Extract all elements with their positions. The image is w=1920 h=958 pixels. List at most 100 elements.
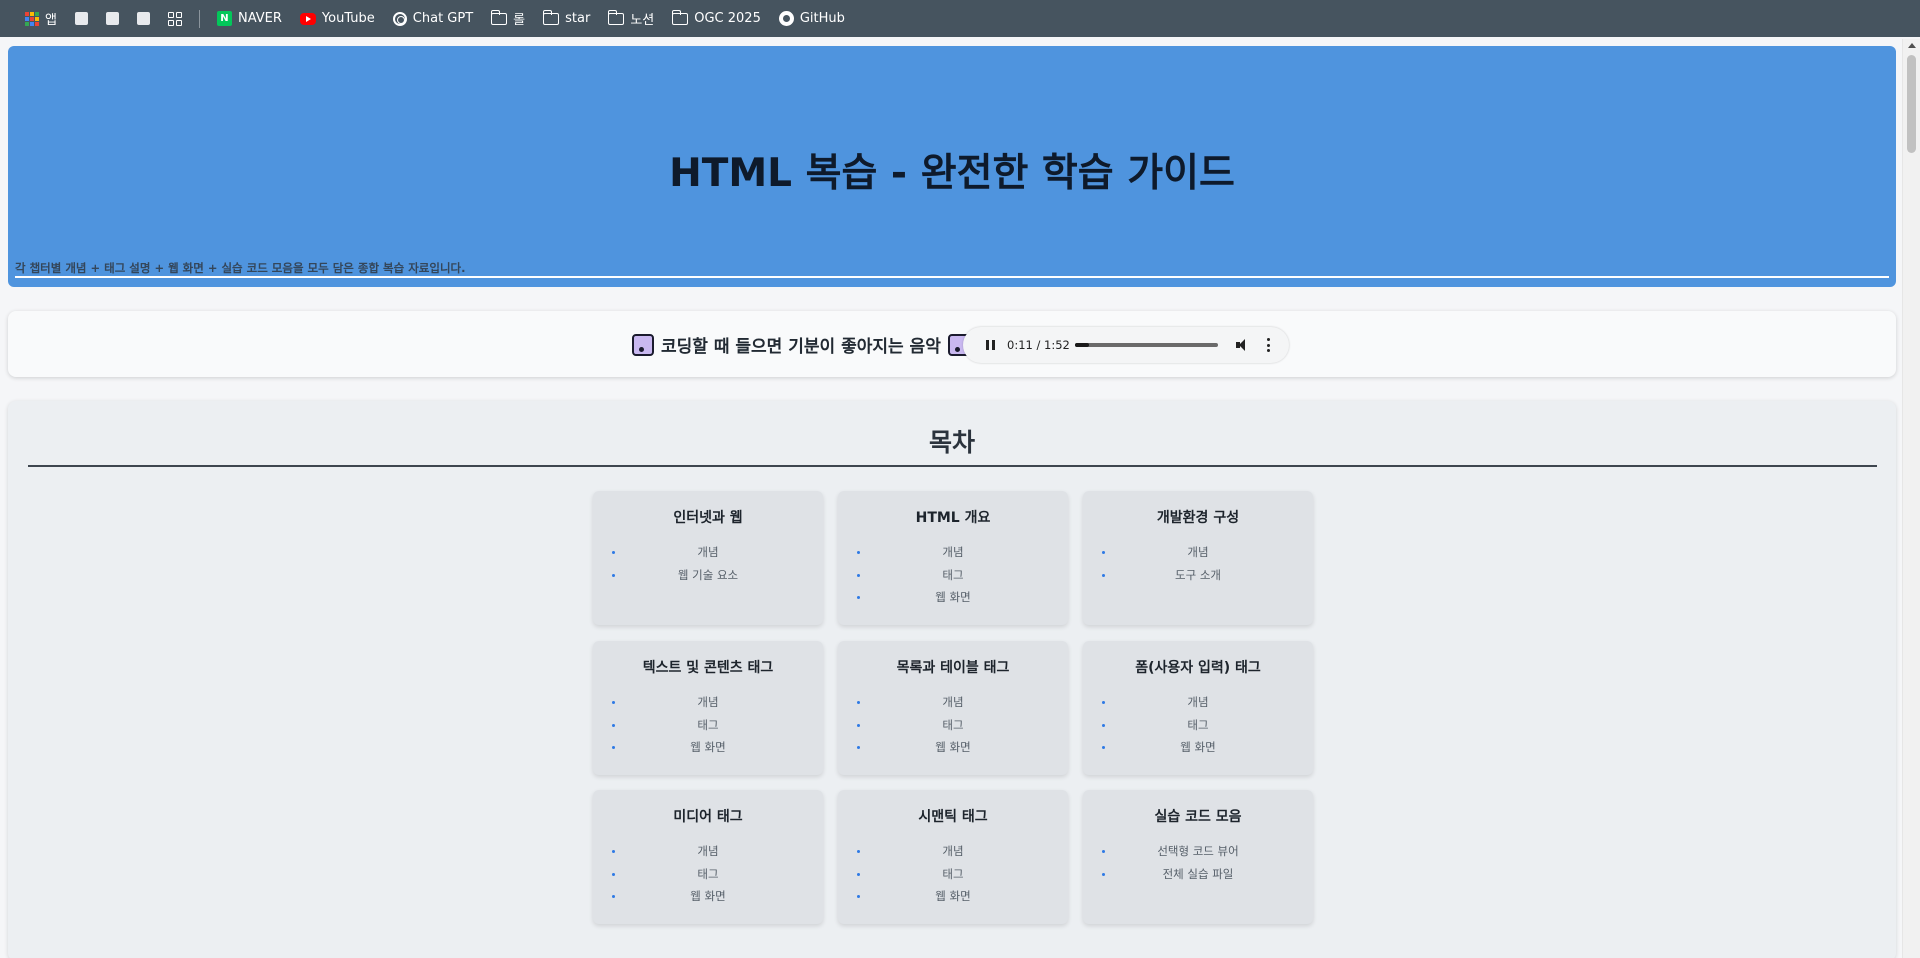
bookmark-blank-3[interactable] xyxy=(130,6,157,32)
toc-card-link[interactable]: 웹 화면 xyxy=(838,586,1068,609)
chatgpt-icon xyxy=(392,11,407,26)
toc-card-title: 실습 코드 모음 xyxy=(1154,809,1242,825)
toc-card-list: 개념 태그 웹 화면 xyxy=(838,541,1068,609)
toc-card-link[interactable]: 태그 xyxy=(838,714,1068,737)
toc-card[interactable]: 폼(사용자 입력) 태그개념 태그 웹 화면 xyxy=(1083,641,1313,775)
toc-card[interactable]: 실습 코드 모음선택형 코드 뷰어 전체 실습 파일 xyxy=(1083,790,1313,924)
bookmark-folder-star[interactable]: star xyxy=(536,6,597,32)
toc-card-list: 개념 웹 기술 요소 xyxy=(593,541,823,586)
toc-card-link[interactable]: 웹 기술 요소 xyxy=(593,564,823,587)
naver-icon: N xyxy=(216,11,232,26)
seek-progress xyxy=(1075,343,1090,347)
toc-card-list: 개념 태그 웹 화면 xyxy=(593,691,823,759)
toc-card-link[interactable]: 선택형 코드 뷰어 xyxy=(1083,840,1313,863)
bookmark-github[interactable]: GitHub xyxy=(772,6,852,32)
toc-card-link[interactable]: 웹 화면 xyxy=(838,885,1068,908)
toc-card-title: 폼(사용자 입력) 태그 xyxy=(1135,660,1261,676)
folder-icon xyxy=(607,9,625,25)
toc-card-link[interactable]: 태그 xyxy=(593,863,823,886)
bookmark-label: GitHub xyxy=(799,11,845,26)
music-section: 코딩할 때 들으면 기분이 좋아지는 음악 0:11 / 1:52 xyxy=(8,311,1896,377)
bookmark-folder-lol[interactable]: 롤 xyxy=(484,6,532,32)
bookmark-folder-notion[interactable]: 노션 xyxy=(601,6,661,32)
toc-card-list: 개념 태그 웹 화면 xyxy=(1083,691,1313,759)
toc-card-link[interactable]: 전체 실습 파일 xyxy=(1083,863,1313,886)
toc-card-link[interactable]: 개념 xyxy=(593,840,823,863)
table-of-contents: 목차 인터넷과 웹 개념 웹 기술 요소 HTML 개요 개념 태그 웹 화면 개발환경 구성… xyxy=(8,401,1896,958)
hero-banner: HTML 복습 - 완전한 학습 가이드 각 챕터별 개념 + 태그 설명 + … xyxy=(8,46,1896,287)
bookmark-folder-ogc[interactable]: OGC 2025 xyxy=(665,6,768,32)
bookmark-chatgpt[interactable]: Chat GPT xyxy=(386,6,480,32)
toc-card[interactable]: 인터넷과 웹개념 웹 기술 요소 xyxy=(593,491,823,625)
page-icon xyxy=(105,12,119,25)
toc-card[interactable]: HTML 개요개념 태그 웹 화면 xyxy=(838,491,1068,625)
toc-card-list: 개념 도구 소개 xyxy=(1083,541,1313,586)
bookmarks-divider xyxy=(198,9,200,28)
toc-card-link[interactable]: 개념 xyxy=(593,541,823,564)
toc-card-link[interactable]: 도구 소개 xyxy=(1083,564,1313,587)
folder-icon xyxy=(542,9,560,25)
music-heading: 코딩할 때 들으면 기분이 좋아지는 음악 xyxy=(632,332,970,357)
bookmark-label: 롤 xyxy=(513,13,526,28)
toc-card-title: 개발환경 구성 xyxy=(1156,510,1240,526)
bookmark-youtube[interactable]: YouTube xyxy=(293,6,382,32)
toc-card-link[interactable]: 웹 화면 xyxy=(593,885,823,908)
hero-divider xyxy=(15,276,1889,278)
scroll-up-arrow-icon[interactable] xyxy=(1908,43,1916,48)
toc-card-title: HTML 개요 xyxy=(915,510,991,526)
apps-grid-icon xyxy=(25,11,39,26)
vertical-scrollbar[interactable] xyxy=(1902,39,1920,958)
folder-icon xyxy=(671,9,689,25)
toc-card-link[interactable]: 웹 화면 xyxy=(593,736,823,759)
page-icon xyxy=(136,12,150,25)
github-icon xyxy=(778,11,794,26)
page-title: HTML 복습 - 완전한 학습 가이드 xyxy=(669,151,1235,196)
pause-icon[interactable] xyxy=(986,340,995,350)
page-subtitle: 각 챕터별 개념 + 태그 설명 + 웹 화면 + 실습 코드 모음을 모두 담… xyxy=(15,261,466,275)
toc-card-list: 선택형 코드 뷰어 전체 실습 파일 xyxy=(1083,840,1313,885)
toc-card-link[interactable]: 개념 xyxy=(593,691,823,714)
bookmark-label: star xyxy=(565,11,591,26)
toc-card[interactable]: 텍스트 및 콘텐츠 태그개념 태그 웹 화면 xyxy=(593,641,823,775)
toc-card[interactable]: 시맨틱 태그개념 태그 웹 화면 xyxy=(838,790,1068,924)
bookmark-label: 노션 xyxy=(630,13,655,28)
toc-title: 목차 xyxy=(928,428,975,457)
apps-button[interactable]: 앱 xyxy=(18,6,64,32)
bookmark-label: Chat GPT xyxy=(412,11,474,26)
player-time: 0:11 / 1:52 xyxy=(1007,338,1070,352)
bookmark-blank-2[interactable] xyxy=(99,6,126,32)
toc-card-link[interactable]: 개념 xyxy=(838,541,1068,564)
toc-card-list: 개념 태그 웹 화면 xyxy=(838,691,1068,759)
seek-bar[interactable] xyxy=(1075,343,1218,347)
toc-card-link[interactable]: 개념 xyxy=(1083,541,1313,564)
toc-card-title: 목록과 테이블 태그 xyxy=(896,660,1010,676)
youtube-icon xyxy=(299,12,316,25)
more-options-icon[interactable] xyxy=(1267,338,1271,352)
toc-card-title: 인터넷과 웹 xyxy=(673,510,743,526)
bookmark-label: NAVER xyxy=(237,11,282,26)
toc-card-link[interactable]: 웹 화면 xyxy=(838,736,1068,759)
bookmark-grid[interactable] xyxy=(161,6,189,32)
folder-icon xyxy=(490,9,508,25)
bookmark-blank-1[interactable] xyxy=(68,6,95,32)
music-note-icon xyxy=(632,333,654,356)
toc-card-title: 시맨틱 태그 xyxy=(918,809,988,825)
bookmark-naver[interactable]: N NAVER xyxy=(210,6,289,32)
toc-card-link[interactable]: 개념 xyxy=(838,691,1068,714)
toc-card-link[interactable]: 웹 화면 xyxy=(1083,736,1313,759)
toc-card-link[interactable]: 태그 xyxy=(838,564,1068,587)
toc-card-link[interactable]: 태그 xyxy=(1083,714,1313,737)
toc-divider xyxy=(28,465,1877,467)
toc-card-link[interactable]: 개념 xyxy=(838,840,1068,863)
toc-card[interactable]: 개발환경 구성개념 도구 소개 xyxy=(1083,491,1313,625)
volume-icon[interactable] xyxy=(1236,339,1250,351)
toc-card-title: 텍스트 및 콘텐츠 태그 xyxy=(642,660,774,676)
scroll-thumb[interactable] xyxy=(1907,55,1916,153)
toc-card-link[interactable]: 개념 xyxy=(1083,691,1313,714)
toc-card-list: 개념 태그 웹 화면 xyxy=(593,840,823,908)
toc-card[interactable]: 미디어 태그 개념 태그 웹 화면 xyxy=(593,790,823,924)
apps-label: 앱 xyxy=(45,13,57,28)
toc-card-link[interactable]: 태그 xyxy=(838,863,1068,886)
toc-card[interactable]: 목록과 테이블 태그개념 태그 웹 화면 xyxy=(838,641,1068,775)
toc-card-link[interactable]: 태그 xyxy=(593,714,823,737)
